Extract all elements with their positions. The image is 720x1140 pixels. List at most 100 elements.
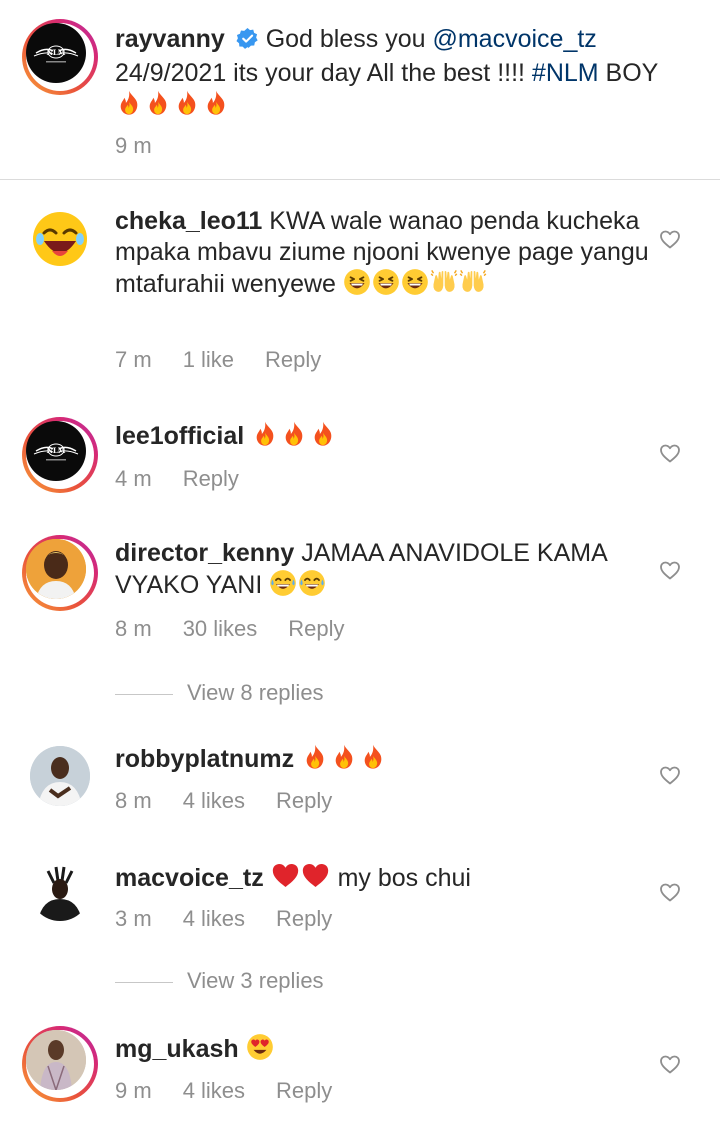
fire-emoji bbox=[364, 744, 382, 769]
comment-avatar[interactable] bbox=[22, 201, 98, 277]
heart-outline-icon[interactable] bbox=[658, 441, 682, 465]
comment-username[interactable]: director_kenny bbox=[115, 539, 294, 567]
timestamp: 8 m bbox=[115, 788, 152, 813]
timestamp: 3 m bbox=[115, 906, 152, 931]
likes-count[interactable]: 30 likes bbox=[183, 616, 258, 642]
comment-item: cheka_leo11 KWA wale wanao penda kucheka… bbox=[0, 180, 720, 390]
profile-photo bbox=[26, 1030, 86, 1090]
reply-button[interactable]: Reply bbox=[276, 1078, 332, 1104]
reply-button[interactable]: Reply bbox=[288, 616, 344, 642]
likes-count[interactable]: 1 like bbox=[183, 347, 234, 373]
comment-text: cheka_leo11 KWA wale wanao penda kucheka… bbox=[115, 207, 649, 298]
emoji-group bbox=[271, 864, 331, 892]
nlm-logo: NLM bbox=[33, 443, 79, 461]
timestamp: 8 m bbox=[115, 616, 152, 641]
comment-username[interactable]: robbyplatnumz bbox=[115, 745, 294, 773]
comment-avatar[interactable]: NLM bbox=[22, 417, 98, 493]
reply-button[interactable]: Reply bbox=[276, 788, 332, 814]
timestamp: 4 m bbox=[115, 466, 152, 491]
comment-item: macvoice_tz my bos chui 3 m4 likes Reply … bbox=[0, 831, 720, 1017]
caption-meta: 9 m bbox=[115, 133, 183, 159]
nlm-logo: NLM bbox=[33, 45, 79, 63]
fire-emoji bbox=[120, 90, 138, 115]
caption-avatar[interactable]: NLM bbox=[22, 19, 98, 95]
comment-username[interactable]: macvoice_tz bbox=[115, 864, 264, 892]
fire-emoji bbox=[178, 90, 196, 115]
divider bbox=[115, 693, 173, 695]
likes-count[interactable]: 4 likes bbox=[183, 788, 245, 814]
emoji-group bbox=[269, 570, 327, 599]
timestamp: 7 m bbox=[115, 347, 152, 372]
verified-badge-icon bbox=[236, 27, 259, 58]
comment-username[interactable]: cheka_leo11 bbox=[115, 207, 262, 235]
emoji-group bbox=[246, 1034, 275, 1063]
comment-meta: 9 m 4 likes Reply bbox=[115, 1078, 332, 1104]
comment-avatar[interactable] bbox=[22, 853, 98, 929]
comment-text: macvoice_tz my bos chui bbox=[115, 861, 650, 894]
caption-text: rayvanny God bless you @macvoice_tz 24/9… bbox=[115, 24, 660, 121]
fire-emoji bbox=[285, 421, 303, 446]
mention-link[interactable]: @macvoice_tz bbox=[432, 25, 596, 53]
reply-button[interactable]: Reply bbox=[276, 906, 332, 932]
fire-emoji bbox=[207, 90, 225, 115]
fire-emoji-group bbox=[251, 421, 338, 450]
comment-text: mg_ukash bbox=[115, 1033, 650, 1065]
heart-outline-icon[interactable] bbox=[658, 227, 682, 251]
comment-avatar[interactable] bbox=[22, 1026, 98, 1102]
likes-count[interactable]: 4 likes bbox=[183, 906, 245, 932]
profile-photo bbox=[26, 539, 86, 599]
hashtag-link[interactable]: #NLM bbox=[532, 59, 599, 87]
divider bbox=[115, 981, 173, 983]
grinning-squinting-emoji bbox=[344, 269, 370, 295]
grinning-squinting-emoji bbox=[373, 269, 399, 295]
emoji-group bbox=[343, 269, 488, 298]
likes-count[interactable]: 4 likes bbox=[183, 1078, 245, 1104]
heart-outline-icon[interactable] bbox=[658, 1052, 682, 1076]
fire-emoji bbox=[256, 421, 274, 446]
comment-meta: 8 m 30 likes Reply bbox=[115, 616, 345, 642]
comment-meta: 4 m Reply bbox=[115, 466, 239, 492]
comment-meta: 7 m 1 like Reply bbox=[115, 347, 321, 373]
view-replies-button[interactable]: View 8 replies bbox=[115, 680, 324, 706]
fire-emoji bbox=[314, 421, 332, 446]
comment-meta: 3 m 4 likes Reply bbox=[115, 906, 332, 932]
profile-photo bbox=[30, 746, 90, 806]
laughing-face-avatar bbox=[33, 212, 87, 266]
raising-hands-emoji bbox=[430, 269, 458, 292]
comment-avatar[interactable] bbox=[22, 535, 98, 611]
comment-avatar[interactable] bbox=[22, 738, 98, 814]
caption: NLM rayvanny God bless you @macvoice_tz … bbox=[0, 0, 720, 180]
heart-eyes-emoji bbox=[246, 1034, 273, 1060]
red-heart-emoji bbox=[302, 864, 328, 887]
comment-username[interactable]: mg_ukash bbox=[115, 1035, 239, 1063]
reply-button[interactable]: Reply bbox=[183, 466, 239, 492]
comment-text: robbyplatnumz bbox=[115, 743, 650, 775]
comment-username[interactable]: lee1official bbox=[115, 422, 244, 450]
comment-meta: 8 m 4 likes Reply bbox=[115, 788, 332, 814]
grinning-squinting-emoji bbox=[402, 269, 428, 295]
profile-photo bbox=[30, 861, 90, 921]
comment-item: mg_ukash 9 m 4 likes Reply bbox=[0, 1017, 720, 1140]
face-with-tears-of-joy-emoji bbox=[299, 570, 326, 596]
red-heart-emoji bbox=[272, 864, 298, 887]
fire-emoji bbox=[149, 90, 167, 115]
raising-hands-emoji bbox=[459, 269, 487, 292]
fire-emoji bbox=[306, 744, 324, 769]
comment-text: lee1official bbox=[115, 420, 650, 452]
comment-item: director_kenny JAMAA ANAVIDOLE KAMA VYAK… bbox=[0, 508, 720, 723]
comment-item: NLM lee1official 4 m Reply bbox=[0, 390, 720, 508]
reply-button[interactable]: Reply bbox=[265, 347, 321, 373]
view-replies-button[interactable]: View 3 replies bbox=[115, 968, 324, 994]
face-with-tears-of-joy-emoji bbox=[270, 570, 297, 596]
comment-item: robbyplatnumz 8 m 4 likes Reply bbox=[0, 723, 720, 831]
heart-outline-icon[interactable] bbox=[658, 558, 682, 582]
svg-text:NLM: NLM bbox=[46, 48, 65, 57]
heart-outline-icon[interactable] bbox=[658, 880, 682, 904]
fire-emoji bbox=[335, 744, 353, 769]
fire-emoji-group bbox=[115, 90, 231, 119]
svg-text:NLM: NLM bbox=[46, 446, 65, 455]
caption-username[interactable]: rayvanny bbox=[115, 25, 225, 53]
fire-emoji-group bbox=[301, 744, 388, 773]
heart-outline-icon[interactable] bbox=[658, 763, 682, 787]
comment-text: director_kenny JAMAA ANAVIDOLE KAMA VYAK… bbox=[115, 539, 607, 599]
